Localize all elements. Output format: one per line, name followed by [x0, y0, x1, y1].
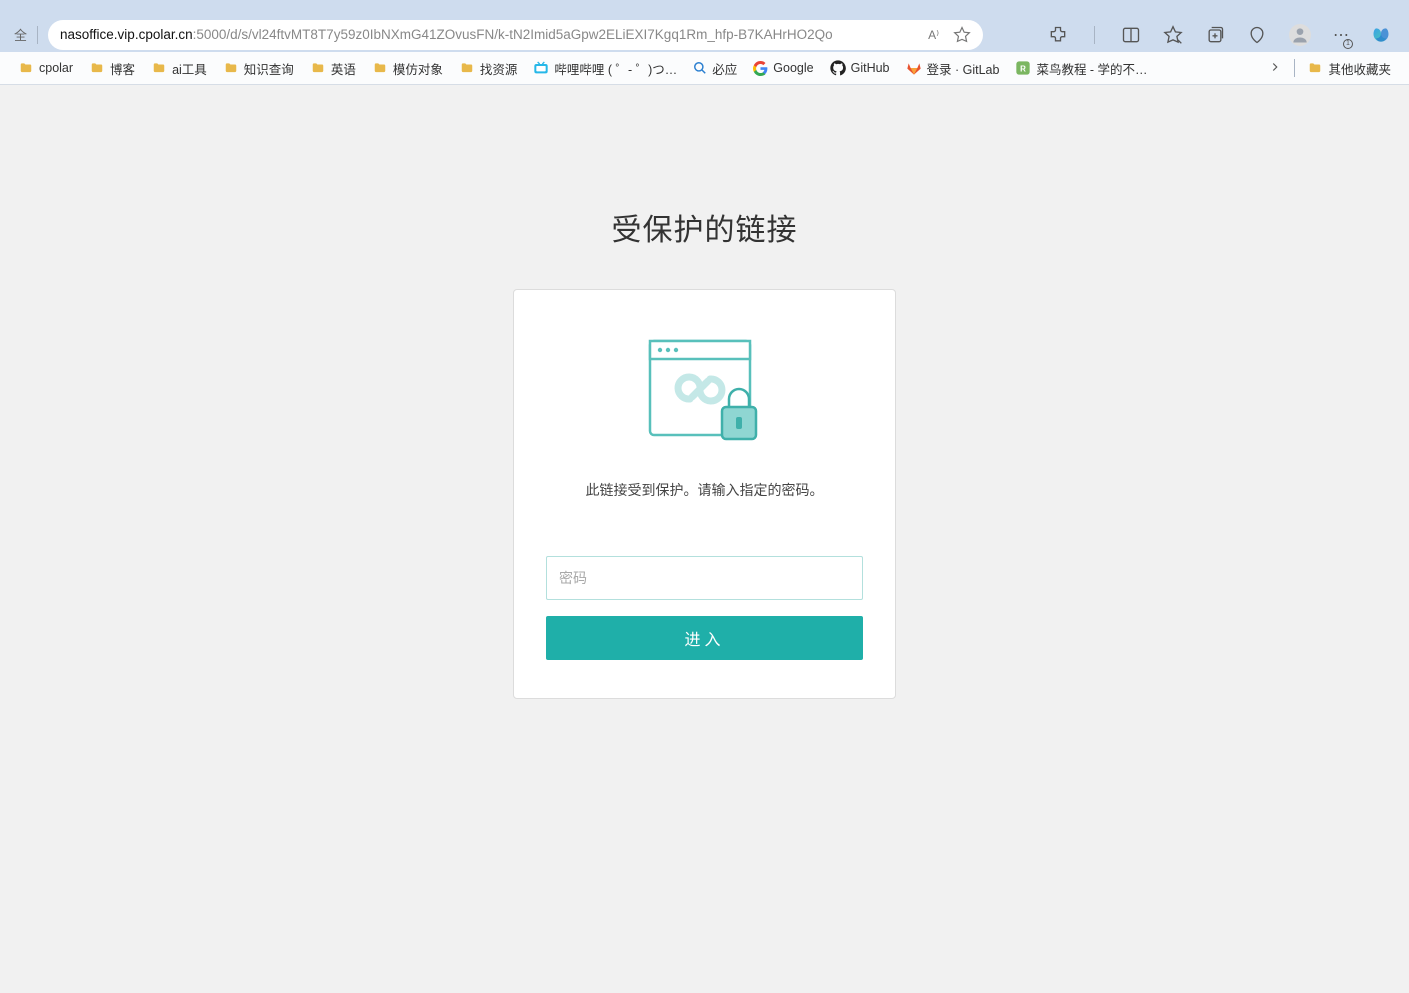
bookmark-item[interactable]: 模仿对象 [364, 55, 451, 82]
enter-button[interactable]: 进入 [546, 616, 863, 660]
url-input[interactable]: nasoffice.vip.cpolar.cn:5000/d/s/vl24ftv… [48, 20, 983, 50]
bookmark-label: 登录 · GitLab [927, 59, 1000, 78]
bookmark-label: ai工具 [172, 59, 207, 78]
url-host: nasoffice.vip.cpolar.cn [60, 27, 193, 42]
bookmark-item[interactable]: 必应 [685, 55, 745, 82]
site-security-label[interactable]: 全 [8, 25, 33, 44]
other-bookmarks-folder[interactable]: 其他收藏夹 [1299, 55, 1399, 82]
favorites-icon[interactable] [1163, 25, 1183, 45]
bookmark-item[interactable]: 登录 · GitLab [898, 55, 1008, 82]
password-input[interactable] [546, 556, 863, 600]
more-icon[interactable]: ⋯1 [1333, 25, 1349, 45]
split-screen-icon[interactable] [1121, 25, 1141, 45]
divider [37, 26, 38, 44]
divider [1094, 26, 1095, 44]
copilot-icon[interactable] [1371, 25, 1391, 45]
bookmark-item[interactable]: Google [745, 57, 821, 80]
url-port: :5000 [193, 27, 227, 42]
bookmark-label: 英语 [331, 59, 356, 78]
bookmark-item[interactable]: 找资源 [451, 55, 526, 82]
bookmarks-bar: cpolar 博客 ai工具 知识查询 英语 模仿对象 找资源 哔哩哔哩 ( ゜- ゜)つ… 必… [0, 52, 1409, 85]
divider [1294, 59, 1295, 77]
bookmark-label: 博客 [110, 59, 135, 78]
read-aloud-icon[interactable]: A⁾ [928, 28, 939, 42]
bookmark-label: Google [773, 61, 813, 75]
bookmark-item[interactable]: GitHub [822, 56, 898, 80]
bookmark-item[interactable]: 博客 [81, 55, 143, 82]
other-bookmarks-label: 其他收藏夹 [1328, 59, 1391, 78]
bookmark-item[interactable]: 哔哩哔哩 ( ゜- ゜)つ… [525, 55, 685, 82]
bookmark-item[interactable]: cpolar [10, 57, 81, 79]
bookmark-label: cpolar [39, 61, 73, 75]
page-content: 受保护的链接 此链接受到保护。请输入指定的密码。 进入 [0, 85, 1409, 993]
url-path: /d/s/vl24ftvMT8T7y59z0IbNXmG41ZOvusFN/k-… [226, 27, 832, 42]
bookmark-label: 模仿对象 [393, 59, 443, 78]
bookmark-label: 知识查询 [244, 59, 294, 78]
password-card: 此链接受到保护。请输入指定的密码。 进入 [513, 289, 896, 699]
bookmark-item[interactable]: ai工具 [143, 55, 215, 82]
address-bar: 全 nasoffice.vip.cpolar.cn:5000/d/s/vl24f… [0, 17, 1409, 52]
bookmark-label: 找资源 [480, 59, 518, 78]
svg-text:R: R [1021, 64, 1027, 73]
bookmark-item[interactable]: 英语 [302, 55, 364, 82]
bookmarks-overflow-chevron-icon[interactable] [1260, 60, 1290, 77]
bookmark-label: 菜鸟教程 - 学的不… [1036, 59, 1147, 78]
url-text: nasoffice.vip.cpolar.cn:5000/d/s/vl24ftv… [60, 27, 833, 42]
bookmark-label: GitHub [851, 61, 890, 75]
bookmark-item[interactable]: R 菜鸟教程 - 学的不… [1007, 55, 1155, 82]
page-title: 受保护的链接 [612, 205, 798, 249]
bookmark-label: 必应 [712, 59, 737, 78]
protection-message: 此链接受到保护。请输入指定的密码。 [586, 480, 824, 500]
collections-icon[interactable] [1205, 25, 1225, 45]
favorite-star-icon[interactable] [953, 26, 971, 44]
bookmark-item[interactable]: 知识查询 [215, 55, 302, 82]
browser-essentials-icon[interactable] [1247, 25, 1267, 45]
profile-icon[interactable] [1289, 24, 1311, 46]
bookmark-label: 哔哩哔哩 ( ゜- ゜)つ… [554, 59, 677, 78]
protected-link-illustration-icon [644, 335, 766, 452]
extensions-icon[interactable] [1048, 25, 1068, 45]
